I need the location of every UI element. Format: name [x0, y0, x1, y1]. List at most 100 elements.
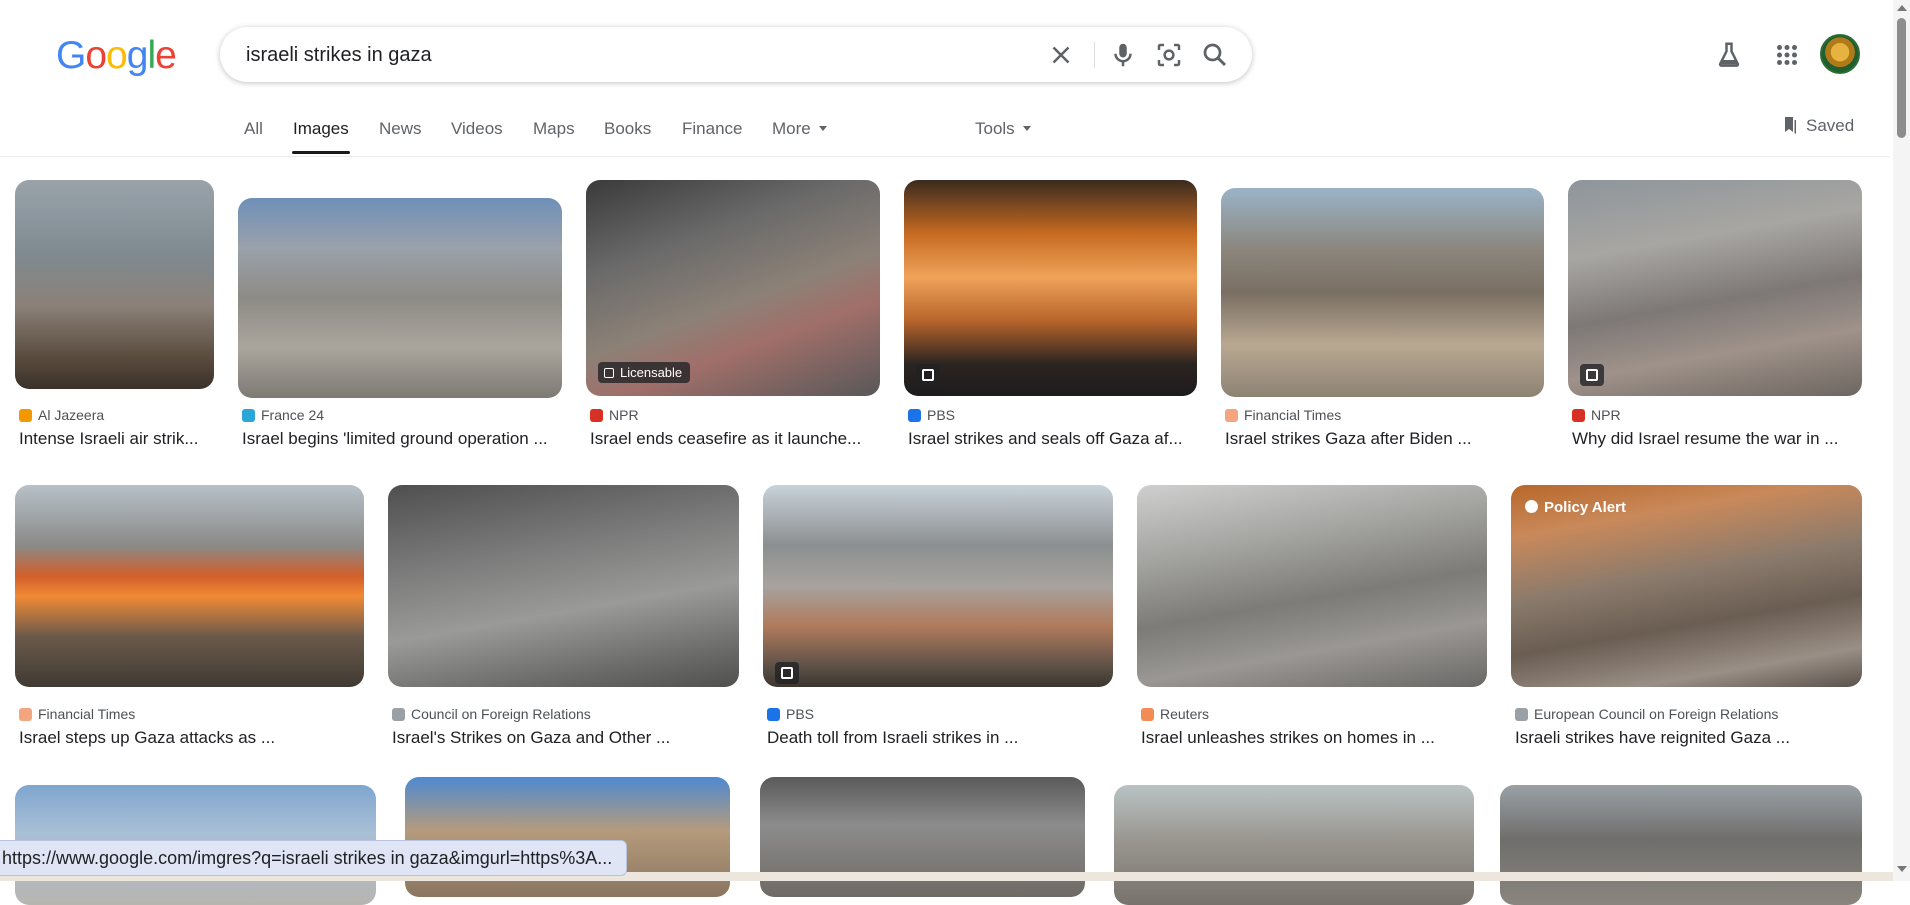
source-name: European Council on Foreign Relations [1534, 706, 1779, 722]
header-divider [0, 156, 1890, 157]
scrollbar-thumb[interactable] [1897, 18, 1906, 138]
logo-letter: e [155, 34, 177, 77]
camera-lens-icon[interactable] [1154, 40, 1184, 70]
result-thumbnail[interactable] [1221, 188, 1544, 397]
logo-letter: G [56, 34, 86, 77]
mic-icon[interactable] [1108, 40, 1138, 70]
source-favicon [1515, 708, 1528, 721]
search-input[interactable] [244, 37, 1008, 73]
source-favicon [19, 409, 32, 422]
source-favicon [590, 409, 603, 422]
result-source[interactable]: Reuters [1141, 706, 1209, 722]
tab-news[interactable]: News [379, 119, 422, 139]
scroll-down-icon[interactable] [1897, 866, 1907, 872]
result-source[interactable]: France 24 [242, 407, 324, 423]
image-icon [916, 364, 940, 386]
result-title[interactable]: Intense Israeli air strik... [19, 429, 215, 449]
result-thumbnail[interactable] [1568, 180, 1862, 396]
search-icon[interactable] [1200, 40, 1230, 70]
image-result[interactable]: PBS Death toll from Israeli strikes in .… [763, 485, 1113, 755]
tab-all[interactable]: All [244, 119, 263, 139]
tab-finance[interactable]: Finance [682, 119, 742, 139]
result-thumbnail[interactable] [763, 485, 1113, 687]
image-result[interactable] [1114, 781, 1474, 905]
result-title[interactable]: Israel unleashes strikes on homes in ... [1141, 728, 1487, 748]
result-source[interactable]: PBS [908, 407, 955, 423]
result-title[interactable]: Death toll from Israeli strikes in ... [767, 728, 1113, 748]
source-favicon [767, 708, 780, 721]
tab-more[interactable]: More [772, 119, 827, 139]
image-result[interactable]: Al Jazeera Intense Israeli air strik... [15, 180, 215, 450]
chevron-down-icon [1022, 126, 1031, 131]
image-result[interactable]: PBS Israel strikes and seals off Gaza af… [904, 180, 1197, 450]
policy-alert-text: Policy Alert [1544, 499, 1626, 516]
result-title[interactable]: Israeli strikes have reignited Gaza ... [1515, 728, 1862, 748]
google-logo[interactable]: Google [56, 34, 177, 78]
image-result[interactable]: Council on Foreign Relations Israel's St… [388, 485, 739, 755]
result-thumbnail[interactable] [1500, 785, 1862, 905]
result-source[interactable]: Financial Times [19, 706, 135, 722]
result-source[interactable]: Financial Times [1225, 407, 1341, 423]
image-result[interactable]: Policy Alert European Council on Foreign… [1511, 485, 1862, 755]
source-name: Financial Times [38, 706, 136, 722]
result-title[interactable]: Israel strikes Gaza after Biden ... [1225, 429, 1545, 449]
result-title[interactable]: Israel ends ceasefire as it launche... [590, 429, 880, 449]
image-result[interactable]: France 24 Israel begins 'limited ground … [238, 180, 563, 450]
image-result[interactable]: Financial Times Israel steps up Gaza att… [15, 485, 364, 755]
source-name: PBS [786, 706, 815, 722]
source-favicon [19, 708, 32, 721]
source-name: Council on Foreign Relations [411, 706, 591, 722]
result-title[interactable]: Israel strikes and seals off Gaza af... [908, 429, 1198, 449]
result-title[interactable]: Israel begins 'limited ground operation … [242, 429, 562, 449]
result-thumbnail[interactable] [1137, 485, 1487, 687]
result-source[interactable]: PBS [767, 706, 814, 722]
result-title[interactable]: Israel's Strikes on Gaza and Other ... [392, 728, 739, 748]
result-thumbnail[interactable] [15, 180, 214, 389]
image-result[interactable]: Licensable NPR Israel ends ceasefire as … [586, 180, 880, 450]
logo-letter: o [106, 34, 128, 77]
vertical-scrollbar[interactable] [1893, 0, 1910, 881]
apps-grid-icon[interactable] [1772, 40, 1802, 70]
result-thumbnail[interactable]: Policy Alert [1511, 485, 1862, 687]
image-result[interactable]: Financial Times Israel strikes Gaza afte… [1221, 180, 1544, 450]
logo-letter: g [126, 34, 149, 77]
result-title[interactable]: Why did Israel resume the war in ... [1572, 429, 1862, 449]
logo-letter: l [147, 34, 156, 77]
badge-label: Licensable [620, 365, 683, 380]
tab-images[interactable]: Images [293, 119, 349, 139]
licensable-badge: Licensable [598, 362, 691, 383]
result-source[interactable]: NPR [590, 407, 639, 423]
result-thumbnail[interactable] [1114, 785, 1474, 905]
result-thumbnail[interactable] [238, 198, 562, 398]
active-tab-indicator [292, 151, 350, 154]
image-icon [775, 662, 799, 684]
close-icon[interactable] [1046, 40, 1076, 70]
result-source[interactable]: NPR [1572, 407, 1621, 423]
image-result[interactable] [1500, 781, 1862, 905]
result-thumbnail[interactable] [904, 180, 1197, 396]
tab-books[interactable]: Books [604, 119, 651, 139]
tab-videos[interactable]: Videos [451, 119, 503, 139]
source-name: Reuters [1160, 706, 1210, 722]
flask-icon[interactable] [1714, 40, 1744, 70]
scroll-up-icon[interactable] [1897, 5, 1907, 11]
image-result[interactable]: NPR Why did Israel resume the war in ... [1568, 180, 1862, 450]
result-thumbnail[interactable] [15, 485, 364, 687]
image-result[interactable] [760, 777, 1085, 897]
source-name: Al Jazeera [38, 407, 105, 423]
source-favicon [908, 409, 921, 422]
tools-button[interactable]: Tools [975, 119, 1031, 139]
result-title[interactable]: Israel steps up Gaza attacks as ... [19, 728, 364, 748]
source-favicon [1225, 409, 1238, 422]
source-favicon [242, 409, 255, 422]
circle-icon [1525, 500, 1538, 513]
result-source[interactable]: European Council on Foreign Relations [1515, 706, 1778, 722]
avatar[interactable] [1820, 34, 1860, 74]
image-result[interactable]: Reuters Israel unleashes strikes on home… [1137, 485, 1487, 755]
tab-maps[interactable]: Maps [533, 119, 575, 139]
saved-button[interactable]: Saved [1782, 116, 1854, 136]
result-source[interactable]: Council on Foreign Relations [392, 706, 591, 722]
logo-letter: o [85, 34, 107, 77]
result-source[interactable]: Al Jazeera [19, 407, 104, 423]
result-thumbnail[interactable] [388, 485, 739, 687]
